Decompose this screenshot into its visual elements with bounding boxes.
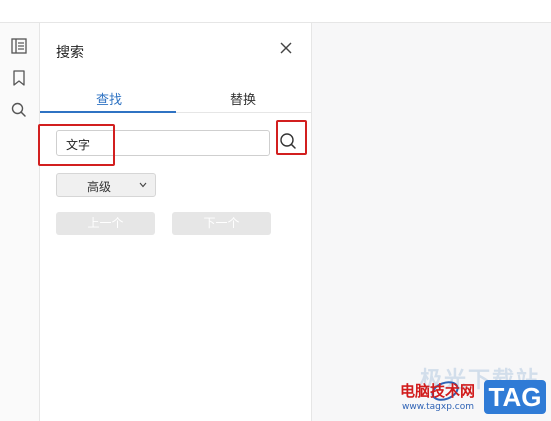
previous-button[interactable]: 上一个 bbox=[56, 212, 155, 235]
advanced-dropdown[interactable]: 高级 bbox=[56, 173, 156, 197]
left-sidebar-rail bbox=[0, 23, 40, 421]
highlight-box-search-button bbox=[276, 120, 307, 155]
active-tab-indicator bbox=[40, 111, 176, 113]
watermark-url: www.tagxp.com bbox=[402, 402, 474, 412]
advanced-label: 高级 bbox=[87, 180, 112, 194]
watermark-tag-badge: TAG bbox=[484, 380, 546, 414]
tab-replace[interactable]: 替换 bbox=[230, 89, 256, 108]
highlight-box-input bbox=[38, 124, 115, 166]
top-bar bbox=[0, 0, 551, 23]
list-icon[interactable] bbox=[9, 36, 29, 56]
bookmark-icon[interactable] bbox=[9, 68, 29, 88]
watermark-site-name: 电脑技术网 bbox=[400, 382, 476, 400]
panel-title: 搜索 bbox=[56, 45, 84, 61]
search-icon[interactable] bbox=[9, 100, 29, 120]
chevron-down-icon bbox=[139, 182, 147, 188]
tab-find[interactable]: 查找 bbox=[96, 89, 122, 108]
next-button[interactable]: 下一个 bbox=[172, 212, 271, 235]
close-icon[interactable] bbox=[276, 38, 296, 58]
search-panel: 搜索 查找 替换 文字 高级 上一个 下一个 bbox=[38, 23, 312, 421]
